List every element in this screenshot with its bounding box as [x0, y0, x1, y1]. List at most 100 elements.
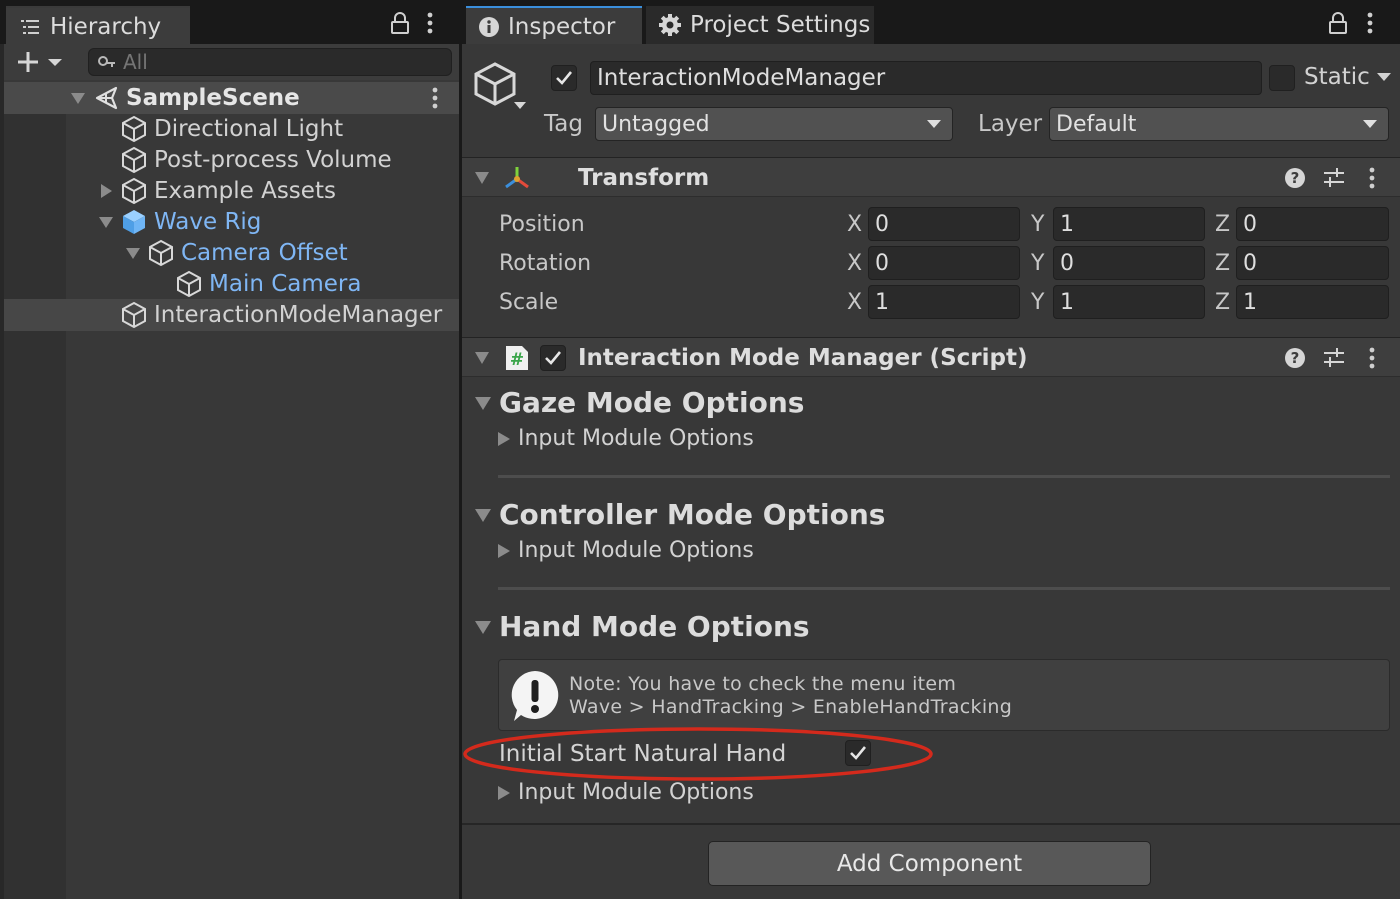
position-x-field[interactable]: 0	[868, 207, 1020, 241]
preset-sliders-icon[interactable]	[1322, 347, 1346, 369]
scene-menu-icon[interactable]	[431, 87, 439, 109]
info-icon	[478, 16, 500, 38]
rotation-label: Rotation	[499, 251, 592, 276]
axis-x-label: X	[847, 212, 863, 237]
inspector-lock-icon[interactable]	[1328, 12, 1348, 34]
tree-item-main-camera[interactable]: Main Camera	[175, 268, 361, 299]
warning-exclamation-icon	[511, 671, 559, 721]
tag-dropdown[interactable]: Untagged	[595, 107, 953, 141]
foldout-collapsed-icon[interactable]	[98, 183, 114, 199]
active-checkbox[interactable]	[551, 65, 577, 91]
layer-value: Default	[1056, 111, 1137, 137]
component-kebab-icon[interactable]	[1368, 347, 1376, 369]
static-checkbox[interactable]	[1269, 65, 1295, 91]
tab-project-settings[interactable]: Project Settings	[646, 6, 874, 44]
inspector-kebab-icon[interactable]	[1366, 12, 1374, 34]
axis-z-label: Z	[1215, 290, 1231, 315]
hand-input-module-label: Input Module Options	[518, 780, 754, 805]
tab-project-settings-label: Project Settings	[690, 12, 871, 38]
help-icon[interactable]: ?	[1284, 347, 1306, 369]
scale-z-field[interactable]: 1	[1236, 285, 1389, 319]
script-component-header[interactable]: # Interaction Mode Manager (Script) ?	[462, 337, 1400, 377]
foldout-expanded-icon	[475, 620, 491, 634]
foldout-expanded-icon[interactable]	[474, 171, 490, 185]
position-y-field[interactable]: 1	[1053, 207, 1205, 241]
hierarchy-search-field[interactable]	[88, 48, 452, 76]
gameobject-large-icon[interactable]	[472, 60, 530, 114]
search-input[interactable]	[123, 50, 443, 74]
foldout-expanded-icon[interactable]	[98, 214, 114, 230]
lock-icon[interactable]	[390, 12, 410, 34]
rotation-x-value: 0	[875, 250, 889, 276]
scale-x-field[interactable]: 1	[868, 285, 1020, 319]
layer-dropdown[interactable]: Default	[1049, 107, 1389, 141]
script-title: Interaction Mode Manager (Script)	[578, 345, 1028, 371]
tree-item-camera-offset[interactable]: Camera Offset	[125, 237, 348, 268]
rotation-z-field[interactable]: 0	[1236, 246, 1389, 280]
tree-item-scene[interactable]: SampleScene	[70, 82, 300, 113]
position-z-field[interactable]: 0	[1236, 207, 1389, 241]
gameobject-cube-icon	[122, 146, 146, 173]
foldout-collapsed-icon	[498, 543, 510, 558]
transform-header[interactable]: Transform ?	[462, 157, 1400, 197]
static-dropdown[interactable]: Static	[1304, 64, 1392, 90]
rotation-y-field[interactable]: 0	[1053, 246, 1205, 280]
help-icon[interactable]: ?	[1284, 167, 1306, 189]
create-add-button[interactable]	[16, 50, 66, 74]
hand-input-module-foldout[interactable]: Input Module Options	[497, 780, 754, 805]
object-name-field[interactable]: InteractionModeManager	[590, 61, 1262, 95]
tab-hierarchy-label: Hierarchy	[50, 14, 162, 40]
foldout-expanded-icon[interactable]	[70, 90, 86, 106]
controller-mode-foldout[interactable]: Controller Mode Options	[474, 498, 885, 531]
kebab-menu-icon[interactable]	[426, 12, 434, 34]
script-enabled-checkbox[interactable]	[540, 345, 566, 371]
rotation-z-value: 0	[1243, 250, 1257, 276]
scale-y-field[interactable]: 1	[1053, 285, 1205, 319]
gaze-input-module-label: Input Module Options	[518, 426, 754, 451]
gameobject-cube-icon	[177, 270, 201, 297]
controller-input-module-label: Input Module Options	[518, 538, 754, 563]
hand-mode-foldout[interactable]: Hand Mode Options	[474, 610, 810, 643]
axis-x-label: X	[847, 290, 863, 315]
foldout-expanded-icon	[475, 396, 491, 410]
preset-sliders-icon[interactable]	[1322, 167, 1346, 189]
tree-item-post-process-volume[interactable]: Post-process Volume	[120, 144, 392, 175]
gear-icon	[658, 13, 682, 37]
foldout-expanded-icon[interactable]	[474, 351, 490, 365]
transform-title: Transform	[578, 165, 710, 191]
axis-z-label: Z	[1215, 251, 1231, 276]
position-y-value: 1	[1060, 211, 1074, 237]
component-kebab-icon[interactable]	[1368, 167, 1376, 189]
gameobject-cube-icon	[149, 239, 173, 266]
help-box-note: Note: You have to check the menu item Wa…	[498, 659, 1390, 731]
tree-item-label: Wave Rig	[154, 208, 262, 235]
search-icon	[97, 54, 117, 70]
gaze-mode-foldout[interactable]: Gaze Mode Options	[474, 386, 804, 419]
tree-item-directional-light[interactable]: Directional Light	[120, 113, 343, 144]
scale-label: Scale	[499, 290, 559, 315]
axis-y-label: Y	[1031, 212, 1045, 237]
prefab-cube-icon	[123, 209, 145, 234]
axis-x-label: X	[847, 251, 863, 276]
tab-inspector[interactable]: Inspector	[466, 6, 642, 44]
components-end-separator	[462, 823, 1400, 825]
static-label: Static	[1304, 64, 1370, 90]
tree-item-label: InteractionModeManager	[154, 301, 443, 328]
tree-item-wave-rig[interactable]: Wave Rig	[98, 206, 261, 237]
tree-item-label: Example Assets	[154, 177, 336, 204]
gameobject-cube-icon	[122, 177, 146, 204]
svg-text:?: ?	[1291, 349, 1300, 367]
list-icon	[20, 18, 40, 36]
chevron-down-icon	[1363, 120, 1377, 128]
tab-hierarchy[interactable]: Hierarchy	[6, 6, 190, 44]
tree-item-interaction-mode-manager[interactable]: InteractionModeManager	[120, 299, 442, 330]
tree-item-example-assets[interactable]: Example Assets	[98, 175, 336, 206]
controller-input-module-foldout[interactable]: Input Module Options	[497, 538, 754, 563]
gaze-input-module-foldout[interactable]: Input Module Options	[497, 426, 754, 451]
foldout-expanded-icon[interactable]	[125, 245, 141, 261]
rotation-x-field[interactable]: 0	[868, 246, 1020, 280]
rotation-y-value: 0	[1060, 250, 1074, 276]
layer-label: Layer	[978, 111, 1043, 137]
add-component-button[interactable]: Add Component	[708, 841, 1151, 886]
gaze-mode-title: Gaze Mode Options	[499, 386, 805, 419]
